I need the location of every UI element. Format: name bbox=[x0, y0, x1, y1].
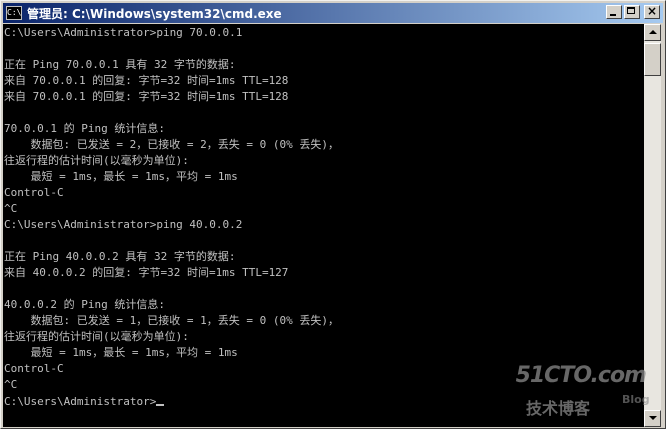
console-text: C:\Users\Administrator>ping 70.0.0.1 正在 … bbox=[3, 24, 644, 393]
console-line: 最短 = 1ms，最长 = 1ms，平均 = 1ms bbox=[4, 170, 238, 183]
console-line: 70.0.0.1 的 Ping 统计信息: bbox=[4, 122, 165, 135]
maximize-button[interactable] bbox=[624, 5, 640, 19]
console-line: 数据包: 已发送 = 2，已接收 = 2，丢失 = 0 (0% 丢失)， bbox=[4, 138, 339, 151]
window-title: 管理员: C:\Windows\system32\cmd.exe bbox=[27, 6, 282, 21]
close-button[interactable]: × bbox=[644, 4, 660, 19]
console-line: ^C bbox=[4, 202, 18, 215]
scroll-up-button[interactable] bbox=[644, 24, 661, 41]
console-line: C:\Users\Administrator>ping 70.0.0.1 bbox=[4, 26, 243, 39]
title-bar[interactable]: C:\ 管理员: C:\Windows\system32\cmd.exe × bbox=[3, 3, 663, 23]
text-cursor bbox=[156, 404, 165, 406]
console-line: C:\Users\Administrator>ping 40.0.0.2 bbox=[4, 218, 243, 231]
console-line: 40.0.0.2 的 Ping 统计信息: bbox=[4, 298, 165, 311]
console-line: Control-C bbox=[4, 186, 64, 199]
watermark-site: 51CTO.com bbox=[515, 363, 647, 388]
arrow-up-icon bbox=[649, 30, 657, 34]
maximize-icon bbox=[627, 7, 635, 14]
watermark-subtitle: 技术博客 bbox=[526, 399, 591, 418]
minimize-button[interactable] bbox=[606, 5, 622, 19]
watermark: 51CTO.com 技术博客 Blog bbox=[516, 363, 656, 423]
cmd-icon[interactable]: C:\ bbox=[6, 6, 22, 20]
minimize-icon bbox=[610, 14, 616, 16]
console-line: 往返行程的估计时间(以毫秒为单位): bbox=[4, 330, 189, 343]
window-controls: × bbox=[606, 4, 660, 19]
console-line: 来自 70.0.0.1 的回复: 字节=32 时间=1ms TTL=128 bbox=[4, 90, 289, 103]
console-line: 数据包: 已发送 = 1，已接收 = 1，丢失 = 0 (0% 丢失)， bbox=[4, 314, 339, 327]
scroll-thumb[interactable] bbox=[644, 43, 661, 76]
prompt-text: C:\Users\Administrator> bbox=[4, 395, 157, 408]
console-line: 往返行程的估计时间(以毫秒为单位): bbox=[4, 154, 189, 167]
console-line: 正在 Ping 40.0.0.2 具有 32 字节的数据: bbox=[4, 250, 236, 263]
console-line: 最短 = 1ms，最长 = 1ms，平均 = 1ms bbox=[4, 346, 238, 359]
console-line: 来自 70.0.0.1 的回复: 字节=32 时间=1ms TTL=128 bbox=[4, 74, 289, 87]
cmd-window: C:\ 管理员: C:\Windows\system32\cmd.exe × C… bbox=[0, 0, 666, 429]
console-line: 来自 40.0.0.2 的回复: 字节=32 时间=1ms TTL=127 bbox=[4, 266, 289, 279]
watermark-blog: Blog bbox=[622, 393, 650, 406]
console-line: 正在 Ping 70.0.0.1 具有 32 字节的数据: bbox=[4, 58, 236, 71]
close-icon: × bbox=[646, 4, 658, 18]
